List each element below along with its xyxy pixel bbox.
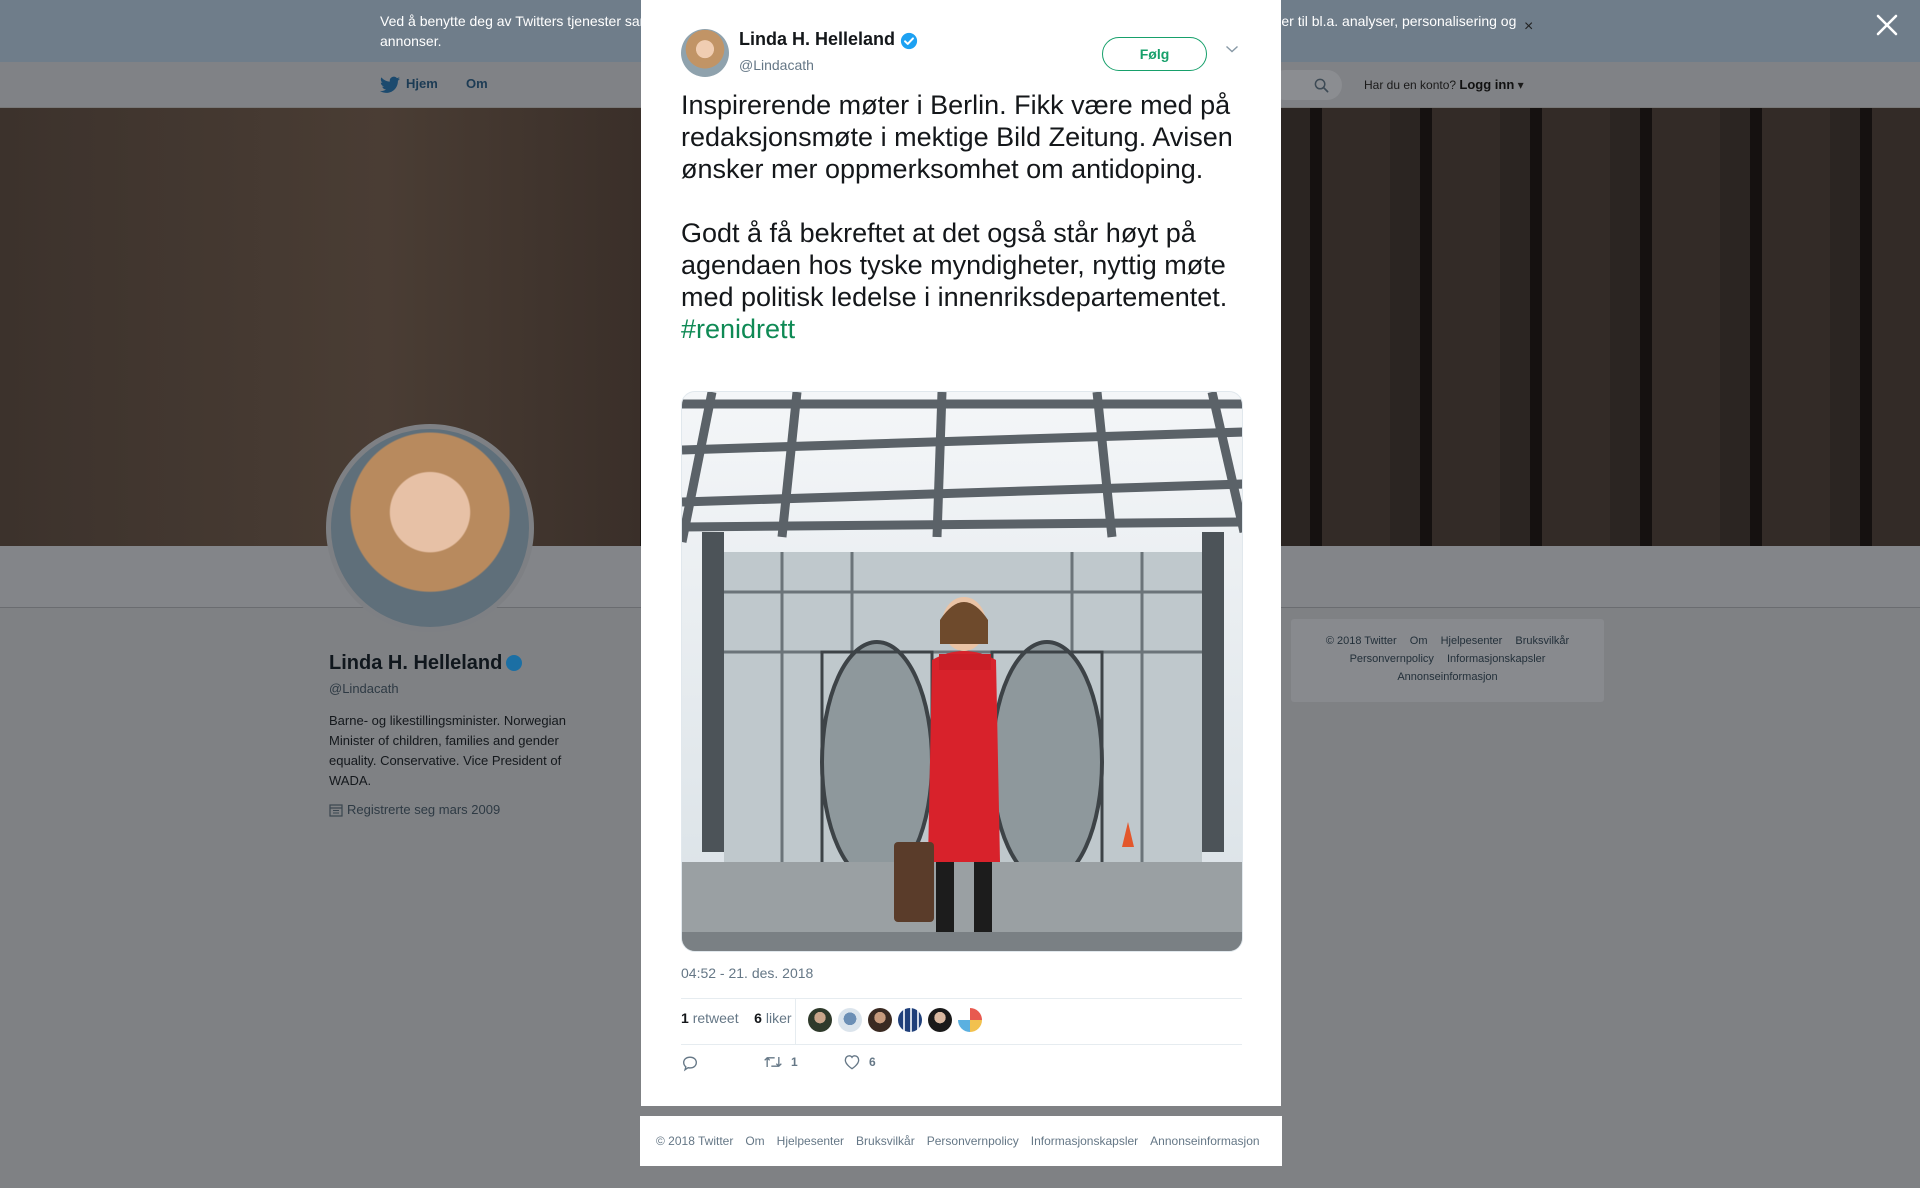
footer-privacy-link[interactable]: Personvernpolicy: [927, 1134, 1019, 1148]
verified-badge-icon: [900, 32, 918, 50]
tweet-author-name[interactable]: Linda H. Helleland: [739, 29, 895, 50]
tweet-author-handle[interactable]: @Lindacath: [739, 57, 814, 73]
like-count: 6: [754, 1010, 762, 1026]
footer-cookies-link[interactable]: Informasjonskapsler: [1031, 1134, 1138, 1148]
side-footer-copyright: © 2018 Twitter: [1325, 635, 1397, 647]
retweet-button[interactable]: 1: [763, 1054, 798, 1070]
tweet-author-avatar[interactable]: [681, 29, 729, 77]
chevron-down-icon[interactable]: [1225, 44, 1239, 54]
tweet-actions: 1 6: [681, 1054, 981, 1078]
profile-name-text: Linda H. Helleland: [329, 652, 503, 674]
footer-about-link[interactable]: Om: [745, 1134, 764, 1148]
account-prompt-text: Har du en konto?: [1364, 78, 1457, 92]
follow-button[interactable]: Følg: [1102, 37, 1207, 71]
tweet-text: Inspirerende møter i Berlin. Fikk være m…: [681, 89, 1251, 345]
liker-avatar[interactable]: [928, 1008, 952, 1032]
side-footer-about[interactable]: Om: [1410, 635, 1428, 647]
calendar-icon: [329, 804, 343, 817]
liker-avatar[interactable]: [898, 1008, 922, 1032]
heart-icon: [844, 1055, 860, 1070]
profile-handle[interactable]: @Lindacath: [329, 681, 399, 696]
cookie-close-icon[interactable]: ×: [1524, 18, 1533, 36]
footer-copyright: © 2018 Twitter: [656, 1134, 734, 1148]
tweet-photo-illustration: [682, 392, 1242, 951]
divider: [681, 1044, 1242, 1045]
profile-avatar[interactable]: [326, 424, 534, 632]
retweet-action-count: 1: [791, 1055, 798, 1069]
login-link[interactable]: Logg inn: [1459, 77, 1514, 92]
tweet-photo[interactable]: [681, 391, 1243, 952]
chevron-down-icon: ▾: [1514, 78, 1524, 92]
retweet-stat-label: retweet: [692, 1010, 739, 1026]
tweet-text-body: Inspirerende møter i Berlin. Fikk være m…: [681, 90, 1233, 312]
side-footer-row: Annonseinformasjon: [1291, 668, 1604, 686]
liker-avatar[interactable]: [958, 1008, 982, 1032]
reply-button[interactable]: [681, 1054, 699, 1072]
side-footer-row: © 2018 Twitter Om Hjelpesenter Bruksvilk…: [1291, 632, 1604, 650]
footer-help-link[interactable]: Hjelpesenter: [777, 1134, 844, 1148]
like-action-count: 6: [869, 1055, 876, 1069]
stats-separator: [795, 998, 796, 1044]
profile-joined: Registrerte seg mars 2009: [329, 802, 500, 817]
profile-name: Linda H. Helleland: [329, 652, 523, 675]
profile-joined-text: Registrerte seg mars 2009: [347, 802, 501, 817]
banner-cathedral-right: [1280, 108, 1920, 546]
retweet-icon: [764, 1057, 782, 1067]
retweet-count: 1: [681, 1010, 689, 1026]
liker-avatar[interactable]: [868, 1008, 892, 1032]
close-icon[interactable]: [1874, 12, 1900, 38]
liker-avatar[interactable]: [808, 1008, 832, 1032]
like-button[interactable]: 6: [843, 1054, 876, 1070]
tweet-hashtag-link[interactable]: #renidrett: [681, 314, 795, 344]
tweet-stats: 1 retweet 6 liker: [681, 1010, 792, 1026]
reply-icon: [683, 1056, 697, 1072]
divider: [681, 998, 1242, 999]
tweet-timestamp[interactable]: 04:52 - 21. des. 2018: [681, 965, 813, 981]
side-footer-row: Personvernpolicy Informasjonskapsler: [1291, 650, 1604, 668]
like-stat[interactable]: 6 liker: [754, 1010, 791, 1026]
side-footer-cookies[interactable]: Informasjonskapsler: [1447, 653, 1545, 665]
liker-avatar[interactable]: [838, 1008, 862, 1032]
side-footer-ads-info[interactable]: Annonseinformasjon: [1397, 671, 1497, 683]
account-prompt: Har du en konto? Logg inn ▾: [1364, 77, 1524, 92]
profile-bio: Barne- og likestillingsminister. Norwegi…: [329, 713, 566, 788]
side-footer: © 2018 Twitter Om Hjelpesenter Bruksvilk…: [1291, 619, 1604, 702]
nav-home-link[interactable]: Hjem: [406, 76, 438, 91]
verified-badge-icon: [506, 655, 523, 671]
retweet-stat[interactable]: 1 retweet: [681, 1010, 739, 1026]
side-footer-terms[interactable]: Bruksvilkår: [1515, 635, 1569, 647]
side-footer-help[interactable]: Hjelpesenter: [1441, 635, 1503, 647]
footer-terms-link[interactable]: Bruksvilkår: [856, 1134, 915, 1148]
footer-ads-info-link[interactable]: Annonseinformasjon: [1150, 1134, 1259, 1148]
modal-footer: © 2018 Twitter Om Hjelpesenter Bruksvilk…: [640, 1116, 1282, 1166]
likers-avatars: [808, 1008, 982, 1032]
nav-about-link[interactable]: Om: [466, 76, 488, 91]
twitter-bird-icon[interactable]: [380, 76, 400, 94]
banner-cathedral-left: [0, 108, 640, 546]
tweet-modal: Linda H. Helleland @Lindacath Følg Inspi…: [641, 0, 1281, 1106]
search-icon: [1314, 78, 1329, 93]
like-stat-label: liker: [765, 1010, 792, 1026]
side-footer-privacy[interactable]: Personvernpolicy: [1350, 653, 1434, 665]
